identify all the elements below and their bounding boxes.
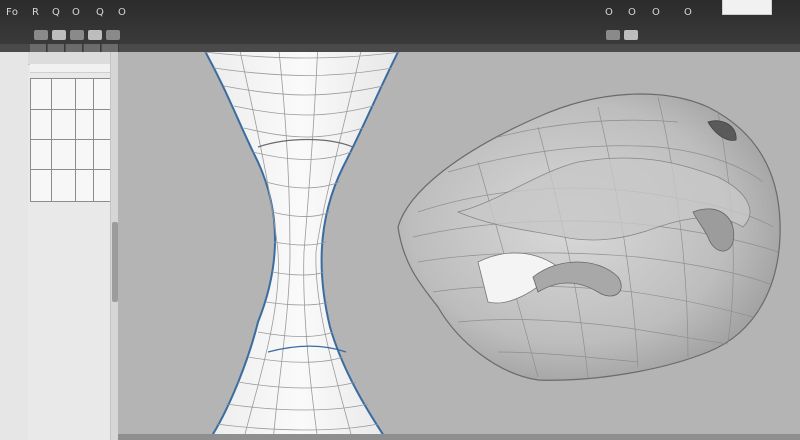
panel-title-bar xyxy=(30,64,116,73)
menu-item-3[interactable]: Q xyxy=(52,6,60,20)
document-tab-strip xyxy=(0,44,800,52)
tool-button-1[interactable] xyxy=(34,30,48,40)
viewport-canvas xyxy=(200,52,781,440)
tool-button-6[interactable] xyxy=(606,30,620,40)
menu-item-1[interactable]: Fo xyxy=(6,6,19,20)
tab-5[interactable] xyxy=(102,44,119,52)
properties-panel xyxy=(28,52,119,440)
menu-item-6[interactable]: O xyxy=(118,6,126,20)
3d-viewport[interactable] xyxy=(118,52,800,440)
tool-button-3[interactable] xyxy=(70,30,84,40)
left-tool-column xyxy=(0,52,29,440)
toolbar xyxy=(0,26,800,44)
grid-col-line xyxy=(51,79,52,201)
tool-button-2[interactable] xyxy=(52,30,66,40)
grid-row-line xyxy=(31,109,111,110)
tool-button-4[interactable] xyxy=(88,30,102,40)
menu-bar: Fo R Q O Q O O O O O xyxy=(0,0,800,26)
sculpted-blob-model[interactable] xyxy=(397,93,781,381)
application-topbar: Fo R Q O Q O O O O O xyxy=(0,0,800,45)
tool-button-7[interactable] xyxy=(624,30,638,40)
menu-item-2[interactable]: R xyxy=(32,6,39,20)
preview-thumbnail[interactable] xyxy=(722,0,772,15)
hourglass-model[interactable] xyxy=(200,52,403,440)
menu-right-item-4[interactable]: O xyxy=(684,6,692,20)
grid-col-line xyxy=(93,79,94,201)
tab-4[interactable] xyxy=(84,44,101,52)
viewport-bottom-border xyxy=(118,434,800,440)
grid-row-line xyxy=(31,139,111,140)
tab-3[interactable] xyxy=(66,44,83,52)
grid-col-line xyxy=(75,79,76,201)
property-grid[interactable] xyxy=(30,78,112,202)
tool-button-5[interactable] xyxy=(106,30,120,40)
menu-item-4[interactable]: O xyxy=(72,6,80,20)
grid-row-line xyxy=(31,169,111,170)
menu-right-item-3[interactable]: O xyxy=(652,6,660,20)
menu-item-5[interactable]: Q xyxy=(96,6,104,20)
tab-2[interactable] xyxy=(48,44,65,52)
tab-1[interactable] xyxy=(30,44,47,52)
menu-right-item-1[interactable]: O xyxy=(605,6,613,20)
menu-right-item-2[interactable]: O xyxy=(628,6,636,20)
